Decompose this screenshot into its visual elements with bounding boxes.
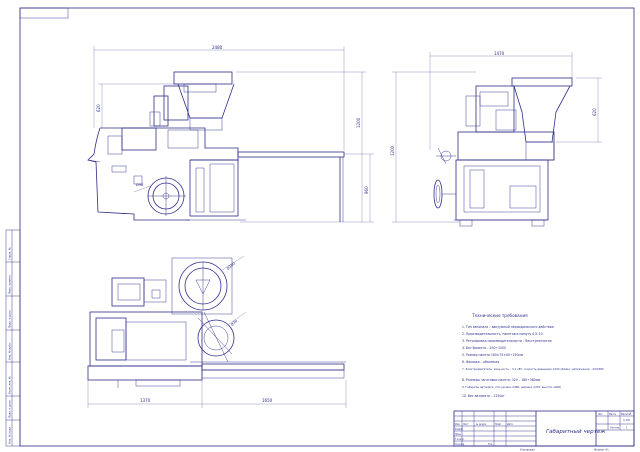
tb-col-list: Лист — [463, 423, 469, 426]
tb-sheet-label: Листов — [610, 427, 620, 430]
note-line-6: 7. Электродвигатель: мощ-ность – 3,1 кВт… — [462, 367, 604, 371]
side-stamp-label-1: Подп. и дата — [8, 400, 12, 418]
dim-side-width: 1470 — [494, 51, 505, 56]
tb-col-izm: Изм. — [455, 423, 460, 426]
dim-side-hopper: 620 — [592, 108, 597, 116]
note-line-5: 6. Фасовка – объемная — [462, 360, 499, 364]
dim-front-hopper: 620 — [96, 104, 101, 112]
side-stamp-label-6: Справ. № — [8, 247, 12, 260]
dim-front-wheel: Ø96 — [136, 182, 144, 187]
tb-role-1: Пров. — [455, 433, 462, 436]
side-stamp-label-3: Инв. № дубл. — [8, 342, 12, 360]
tb-role-4: Утв. — [488, 443, 493, 446]
note-line-7: 8. Размеры заготовки пакета: 320 – 180÷3… — [462, 378, 541, 382]
dim-front-height-right: 1200 — [356, 117, 361, 128]
tb-role-3: Н.контр. — [455, 443, 465, 446]
drawing-name: Габаритный чертеж — [546, 429, 605, 435]
tb-col-doc: № докум. — [476, 423, 487, 426]
tb-role-0: Разраб. — [455, 428, 464, 431]
dim-plan-right: 1650 — [262, 398, 273, 403]
notes-title: Технические требования — [471, 313, 528, 318]
note-line-8: 9. Габариты автомата: mm (длина–2480; ши… — [462, 385, 561, 389]
dim-front-table-height: 960 — [364, 186, 369, 194]
note-line-4: 5. Размер пакета 180×75×40÷150мм — [462, 353, 524, 357]
note-line-3: 4. Вес брикета – 250÷1000 — [462, 346, 506, 350]
note-line-2: 3. Регулировка производительности – бесс… — [462, 339, 552, 343]
tb-col-date: Дата — [507, 423, 513, 426]
side-stamp-label-5: Перв. примен. — [8, 274, 12, 294]
front-view: 2480 620 1200 960 Ø96 — [87, 45, 374, 223]
tb-col-sign: Подп. — [495, 423, 502, 426]
bottom-left-label: Копировал — [520, 448, 535, 452]
side-stamp-label-2: Взам. инв. № — [8, 376, 12, 394]
side-stamp-label-0: Инв. № подл. — [8, 426, 12, 444]
note-line-9: 10. Вес автомата – 1250кг — [462, 394, 505, 398]
tb-scale-value: 1:20 — [623, 418, 630, 422]
tb-role-2: Т.контр. — [455, 438, 465, 441]
note-line-0: 1. Тип автомата – вакуумный периодическо… — [462, 325, 554, 329]
side-stamp: Инв. № подл. Подп. и дата Взам. инв. № И… — [5, 229, 21, 447]
side-stamp-label-4: Подп. и дата — [8, 310, 12, 328]
top-left-stamp — [19, 7, 69, 19]
dim-front-width: 2480 — [212, 45, 223, 50]
bottom-right-label: Формат А1 — [594, 448, 609, 452]
dim-plan-r2: Ø30 — [229, 318, 238, 327]
dim-side-height: 1200 — [390, 145, 395, 156]
tb-sheet-count: 1 — [626, 426, 628, 430]
tb-mass-header: Масса — [609, 413, 617, 416]
drawing-sheet: Инв. № подл. Подп. и дата Взам. инв. № И… — [5, 7, 635, 452]
plan-view: 1370 1650 Ø100 Ø30 — [87, 255, 347, 408]
technical-notes: Технические требования 1. Тип автомата –… — [462, 313, 604, 398]
title-block: Изм. Лист № докум. Подп. Дата Разраб. Пр… — [453, 410, 635, 447]
tb-lit-header: Лит. — [598, 413, 603, 416]
tb-scale-header: Масштаб — [621, 413, 632, 416]
note-line-1: 2. Производительность, пакетов в минуту … — [462, 332, 543, 336]
dim-plan-left: 1370 — [140, 398, 151, 403]
side-view: 1470 1200 620 — [390, 51, 602, 227]
